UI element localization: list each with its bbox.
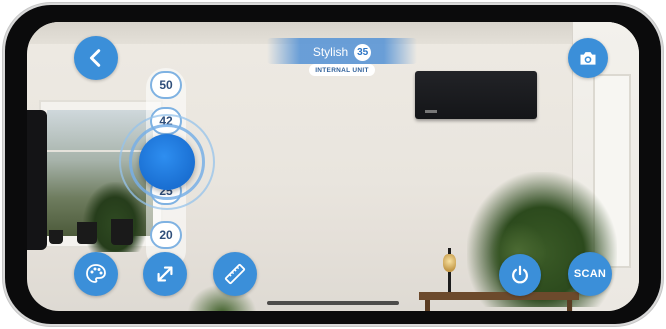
slider-tick[interactable]: 50 — [150, 71, 182, 99]
unit-name: Stylish — [312, 45, 349, 59]
unit-name-row: Stylish 35 — [312, 43, 372, 61]
scan-button-label: SCAN — [573, 268, 607, 280]
color-palette-button[interactable] — [74, 252, 118, 296]
lamp-bulb — [443, 254, 456, 272]
expand-button[interactable] — [143, 252, 187, 296]
back-button[interactable] — [74, 36, 118, 80]
scan-button[interactable]: SCAN — [568, 252, 612, 296]
air-conditioner-model — [415, 71, 537, 119]
palette-icon — [86, 264, 106, 283]
ruler-icon — [224, 263, 246, 285]
unit-banner[interactable]: Stylish 35 INTERNAL UNIT — [267, 38, 417, 76]
unit-count-badge: 35 — [354, 43, 372, 61]
expand-arrows-icon — [157, 266, 173, 282]
camera-icon — [580, 52, 596, 65]
plant-pot — [49, 230, 63, 244]
measure-button[interactable] — [213, 252, 257, 296]
camera-button[interactable] — [568, 38, 608, 78]
unit-type-label: INTERNAL UNIT — [309, 64, 375, 76]
table-leg — [425, 300, 430, 311]
chevron-left-icon — [89, 49, 101, 67]
slider-handle[interactable] — [139, 134, 195, 190]
power-button[interactable] — [499, 254, 541, 296]
ac-logo — [425, 110, 437, 113]
left-foreground-object — [27, 110, 47, 250]
table-leg — [567, 300, 572, 311]
phone-frame: Stylish 35 INTERNAL UNIT 50 42 25 20 SCA… — [5, 5, 661, 324]
slider-tick[interactable]: 20 — [150, 221, 182, 249]
ar-camera-view: Stylish 35 INTERNAL UNIT 50 42 25 20 SCA… — [27, 22, 639, 311]
home-indicator[interactable] — [267, 301, 399, 305]
side-table — [419, 292, 579, 300]
plant-pot — [111, 219, 133, 245]
plant-pot — [77, 222, 97, 244]
power-icon — [512, 265, 528, 284]
